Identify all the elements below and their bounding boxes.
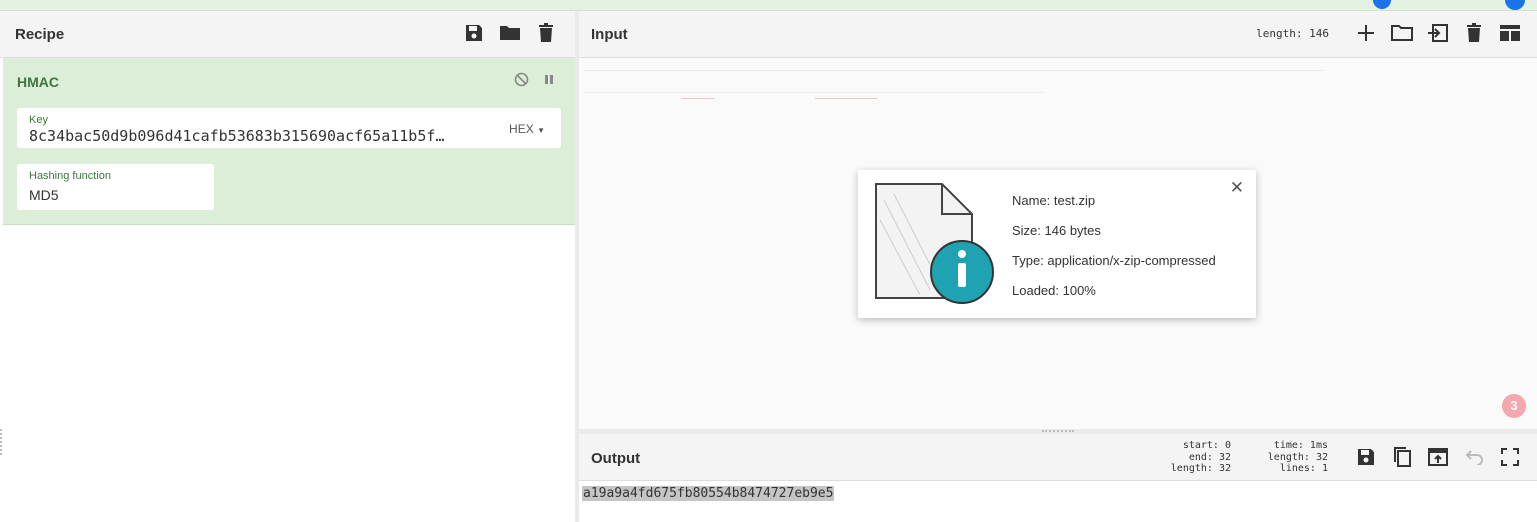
hashing-function-select[interactable]: MD5 [29,187,59,203]
output-header: Output start: 0 end: 32 length: 32 time:… [579,434,1537,481]
operation-title: HMAC [17,74,59,90]
input-header: Input length: 146 [579,11,1537,58]
replace-input-with-output-icon[interactable] [1427,446,1449,468]
stat-output-length: length: 32 [1267,451,1328,463]
file-type: Type: application/x-zip-compressed [1012,253,1216,268]
file-info-icon [870,180,996,308]
save-output-icon[interactable] [1355,446,1377,468]
notification-badge[interactable]: 3 [1502,394,1526,418]
recipe-header: Recipe [0,11,575,58]
file-details-popup: Name: test.zip Size: 146 bytes Type: app… [858,170,1256,318]
hashing-function-field[interactable]: Hashing function MD5 [17,164,214,210]
input-pane: Input length: 146 Name: test.zip Size: 1… [579,11,1537,429]
add-input-plus-icon[interactable] [1355,22,1377,44]
stat-time: time: 1ms [1273,440,1328,451]
input-length-stat: length: 146 [1256,27,1329,40]
key-label: Key [29,114,48,126]
close-popup-icon[interactable]: ✕ [1230,178,1244,198]
file-loaded: Loaded: 100% [1012,283,1096,298]
hmac-operation[interactable]: HMAC Key 8c34bac50d9b096d41cafb53683b315… [3,58,575,225]
clear-recipe-trash-icon[interactable] [535,22,557,44]
faint-underline [815,98,877,99]
hashing-function-label: Hashing function [29,170,111,182]
selection-stats: start: 0 end: 32 length: 32 [1171,440,1231,475]
output-pane: Output start: 0 end: 32 length: 32 time:… [579,434,1537,522]
clear-input-trash-icon[interactable] [1463,22,1485,44]
save-recipe-icon[interactable] [463,22,485,44]
faint-underline [682,98,715,99]
top-banner-strip [0,0,1537,11]
copy-output-icon[interactable] [1391,446,1413,468]
input-length-label: length: [1256,27,1303,40]
caret-down-icon: ▼ [537,126,545,135]
recipe-title: Recipe [15,26,65,43]
stat-end: end: 32 [1188,451,1231,463]
reset-layout-icon[interactable] [1499,22,1521,44]
recipe-resize-grip[interactable] [0,429,4,455]
key-field[interactable]: Key 8c34bac50d9b096d41cafb53683b315690ac… [17,108,561,148]
file-name: Name: test.zip [1012,193,1096,208]
open-file-folder-icon[interactable] [1391,22,1413,44]
input-title: Input [591,26,628,43]
undo-icon[interactable] [1463,446,1485,468]
key-format-label: HEX [509,122,534,136]
load-recipe-folder-icon[interactable] [499,22,521,44]
recipe-pane: Recipe HMAC Key 8c34bac50d9b096d41cafb53… [0,11,575,522]
faint-text-line [584,92,1044,93]
maximise-output-icon[interactable] [1499,446,1521,468]
settings-gear-icon[interactable] [1373,0,1391,9]
pause-breakpoint-icon[interactable] [543,72,555,92]
open-folder-input-icon[interactable] [1427,22,1449,44]
key-format-dropdown[interactable]: HEX ▼ [509,122,545,136]
output-text[interactable]: a19a9a4fd675fb80554b8474727eb9e5 [582,486,835,501]
output-title: Output [591,450,641,467]
stat-start: start: 0 [1182,440,1231,451]
key-input[interactable]: 8c34bac50d9b096d41cafb53683b315690acf65a… [29,127,474,145]
output-stats: time: 1ms length: 32 lines: 1 [1268,440,1328,475]
disable-operation-icon[interactable] [514,72,529,92]
stat-lines: lines: 1 [1279,463,1328,474]
input-length-value: 146 [1309,27,1329,40]
help-icon[interactable] [1505,0,1525,10]
file-size: Size: 146 bytes [1012,223,1101,238]
stat-length: length: 32 [1170,463,1231,474]
faint-text-line [584,70,1324,71]
